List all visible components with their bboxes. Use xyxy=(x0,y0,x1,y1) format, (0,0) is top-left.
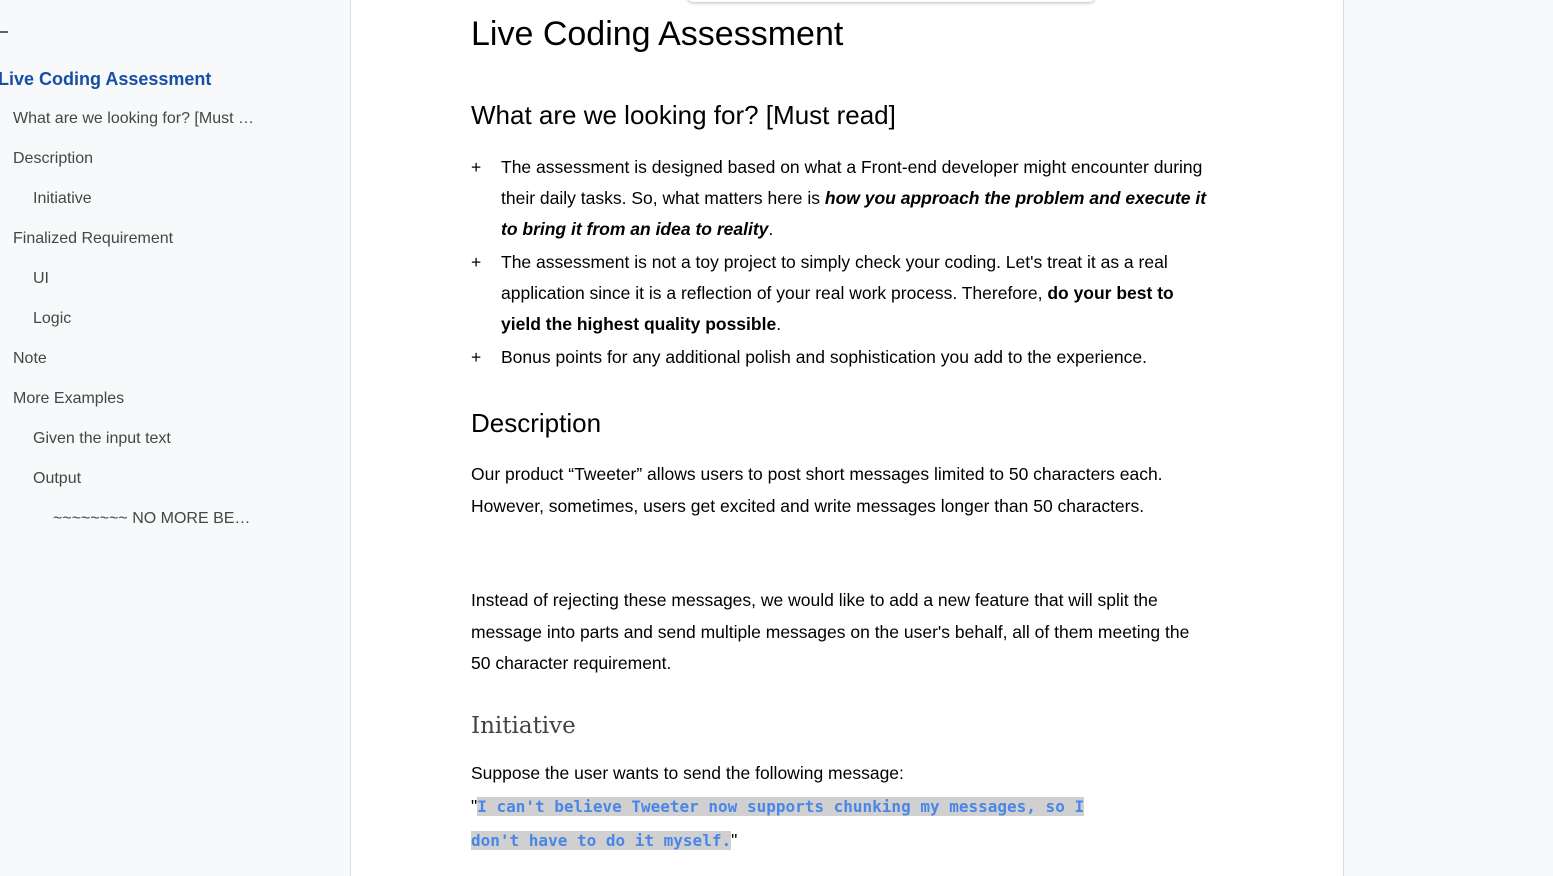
page-title: Live Coding Assessment xyxy=(471,15,844,53)
collapse-outline-icon[interactable] xyxy=(0,31,8,33)
outline-item-ui[interactable]: UI xyxy=(33,269,49,289)
document-page[interactable]: Live Coding Assessment What are we looki… xyxy=(351,0,1343,876)
section-heading-initiative: Initiative xyxy=(471,713,576,739)
example-message-line-2: don't have to do it myself." xyxy=(471,823,1211,858)
example-message-code-2: don't have to do it myself. xyxy=(471,831,732,850)
example-message-code-1: I can't believe Tweeter now supports chu… xyxy=(477,797,1085,816)
list-item-text: The assessment is not a toy project to s… xyxy=(501,247,1211,340)
outline-item-more-examples[interactable]: More Examples xyxy=(13,389,124,409)
list-item-text-plain: Bonus points for any additional polish a… xyxy=(501,347,1147,367)
list-item-text-end: . xyxy=(768,219,774,239)
outline-item-initiative[interactable]: Initiative xyxy=(33,189,92,209)
outline-item-finalized-requirement[interactable]: Finalized Requirement xyxy=(13,229,173,249)
bullet-plus-icon: + xyxy=(471,252,482,272)
outline-item-description[interactable]: Description xyxy=(13,149,93,169)
example-message-line-1: "I can't believe Tweeter now supports ch… xyxy=(471,789,1211,824)
outline-item-logic[interactable]: Logic xyxy=(33,309,71,329)
list-item-text: The assessment is designed based on what… xyxy=(501,152,1211,245)
quote-close: " xyxy=(731,830,738,850)
outline-item-no-more-be[interactable]: ~~~~~~~~ NO MORE BE… xyxy=(53,509,250,529)
bullet-plus-icon: + xyxy=(471,347,482,367)
outline-item-given-the-input-text[interactable]: Given the input text xyxy=(33,429,171,449)
paragraph-description-1: Our product “Tweeter” allows users to po… xyxy=(471,464,1163,516)
outline-item-live-coding-assessment[interactable]: Live Coding Assessment xyxy=(0,69,211,89)
outline-item-note[interactable]: Note xyxy=(13,349,47,369)
section-heading-what-are-we-looking-for: What are we looking for? [Must read] xyxy=(471,100,896,130)
bullet-plus-icon: + xyxy=(471,157,482,177)
list-item-text: Bonus points for any additional polish a… xyxy=(501,342,1211,373)
outline-item-what-are-we-looking-for[interactable]: What are we looking for? [Must … xyxy=(13,109,254,129)
document-outline: Live Coding Assessment What are we looki… xyxy=(0,0,350,876)
outline-item-output[interactable]: Output xyxy=(33,469,81,489)
section-heading-description: Description xyxy=(471,408,602,438)
paragraph-initiative-intro: Suppose the user wants to send the follo… xyxy=(471,763,904,783)
paragraph-description-2: Instead of rejecting these messages, we … xyxy=(471,590,1190,673)
list-item-text-end: . xyxy=(776,314,782,334)
floating-toolbar xyxy=(687,0,1095,2)
